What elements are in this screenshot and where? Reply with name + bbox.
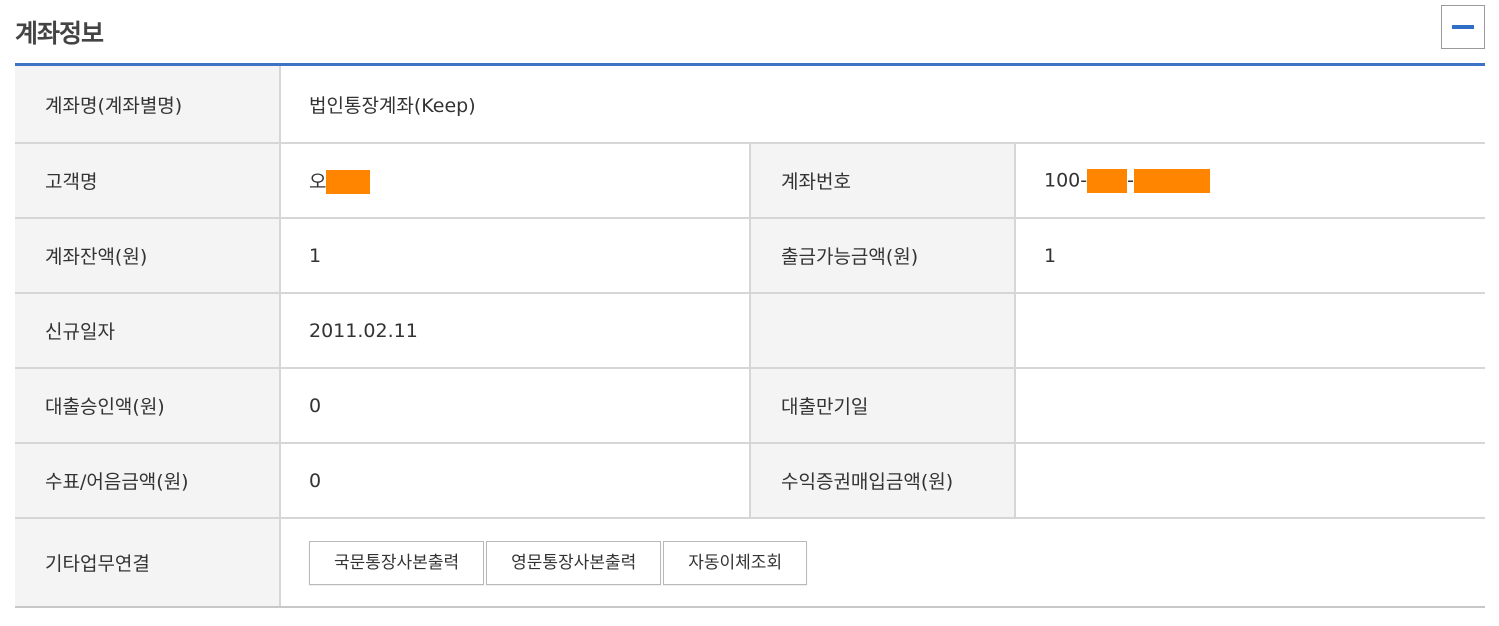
- account-number-prefix: 100-: [1044, 169, 1088, 191]
- account-info-table: 계좌명(계좌별명) 법인통장계좌(Keep) 고객명 오 계좌번호 100- - …: [15, 66, 1486, 608]
- customer-name-prefix: 오: [309, 170, 327, 193]
- account-number-value: 100- -: [1015, 143, 1486, 219]
- securities-value: [1015, 443, 1486, 519]
- redaction-mask: [1087, 168, 1128, 193]
- redaction-mask: [326, 170, 371, 195]
- account-number-label: 계좌번호: [750, 143, 1016, 219]
- loan-maturity-label: 대출만기일: [750, 368, 1016, 444]
- table-row: 수표/어음금액(원) 0 수익증권매입금액(원): [15, 443, 1486, 519]
- empty-value: [1015, 293, 1486, 369]
- customer-name-value: 오: [280, 143, 751, 219]
- minus-icon: [1452, 25, 1474, 29]
- table-row: 고객명 오 계좌번호 100- -: [15, 143, 1486, 219]
- table-row: 신규일자 2011.02.11: [15, 293, 1486, 369]
- korean-passbook-copy-button[interactable]: 국문통장사본출력: [309, 540, 485, 585]
- section-title: 계좌정보: [15, 19, 104, 48]
- open-date-value: 2011.02.11: [280, 293, 751, 369]
- empty-label: [750, 293, 1016, 369]
- customer-name-label: 고객명: [15, 143, 281, 219]
- balance-label: 계좌잔액(원): [15, 218, 281, 294]
- table-row: 계좌명(계좌별명) 법인통장계좌(Keep): [15, 66, 1486, 144]
- redaction-mask: [1133, 168, 1210, 193]
- account-name-label: 계좌명(계좌별명): [15, 66, 281, 144]
- account-number-separator: -: [1127, 169, 1134, 191]
- loan-maturity-value: [1015, 368, 1486, 444]
- english-passbook-copy-button[interactable]: 영문통장사본출력: [486, 540, 662, 585]
- check-bill-value: 0: [280, 443, 751, 519]
- table-row: 계좌잔액(원) 1 출금가능금액(원) 1: [15, 218, 1486, 294]
- loan-approval-value: 0: [280, 368, 751, 444]
- withdrawable-label: 출금가능금액(원): [750, 218, 1016, 294]
- table-row: 대출승인액(원) 0 대출만기일: [15, 368, 1486, 444]
- balance-value: 1: [280, 218, 751, 294]
- collapse-button[interactable]: [1441, 5, 1485, 49]
- open-date-label: 신규일자: [15, 293, 281, 369]
- other-links-label: 기타업무연결: [15, 518, 281, 608]
- auto-transfer-inquiry-button[interactable]: 자동이체조회: [663, 540, 808, 585]
- other-links-buttons: 국문통장사본출력 영문통장사본출력 자동이체조회: [280, 518, 1486, 608]
- securities-label: 수익증권매입금액(원): [750, 443, 1016, 519]
- account-name-value: 법인통장계좌(Keep): [280, 66, 1486, 144]
- check-bill-label: 수표/어음금액(원): [15, 443, 281, 519]
- withdrawable-value: 1: [1015, 218, 1486, 294]
- table-row: 기타업무연결 국문통장사본출력 영문통장사본출력 자동이체조회: [15, 518, 1486, 608]
- section-header: 계좌정보: [15, 0, 1485, 66]
- loan-approval-label: 대출승인액(원): [15, 368, 281, 444]
